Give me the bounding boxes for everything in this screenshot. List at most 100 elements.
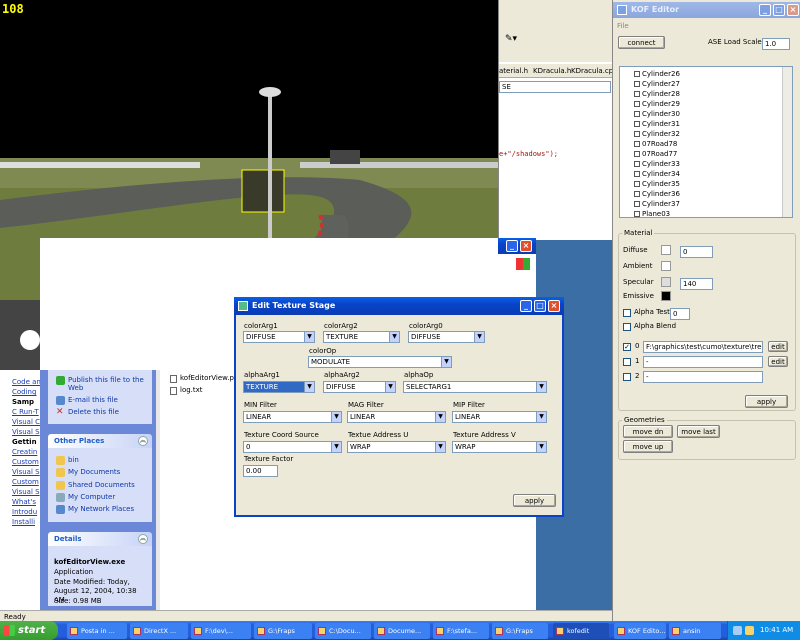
tree-item[interactable]: 07Road77 xyxy=(620,149,792,159)
taskbar-item[interactable]: Docume... xyxy=(374,623,430,639)
close-button[interactable]: × xyxy=(787,4,799,16)
start-button[interactable]: start xyxy=(0,621,58,640)
help-link[interactable]: Code an xyxy=(12,378,40,386)
alpha-test-input[interactable]: 0 xyxy=(670,308,690,320)
tree-item[interactable]: Cylinder31 xyxy=(620,119,792,129)
colorarg1-select[interactable]: DIFFUSE ▼ xyxy=(243,331,315,343)
place-my-network[interactable]: My Network Places xyxy=(56,505,134,514)
taskbar-item[interactable]: KOF Edito... xyxy=(614,623,666,639)
tree-item[interactable]: Cylinder36 xyxy=(620,189,792,199)
close-button[interactable]: × xyxy=(548,300,560,312)
dialog-apply-button[interactable]: apply xyxy=(513,494,556,507)
help-link[interactable]: What's xyxy=(12,498,36,506)
help-link[interactable]: Custom xyxy=(12,458,39,466)
colorop-select[interactable]: MODULATE ▼ xyxy=(308,356,452,368)
diffuse-swatch[interactable] xyxy=(661,245,671,255)
clock[interactable]: 10:41 AM xyxy=(760,626,793,634)
minimize-button[interactable]: _ xyxy=(506,240,518,252)
code-tab[interactable]: KDracula.h xyxy=(533,67,571,75)
help-link[interactable]: Visual S xyxy=(12,488,40,496)
taskbar-item[interactable]: G:\Fraps xyxy=(254,623,312,639)
texture-1-path[interactable]: - xyxy=(643,356,763,368)
help-link[interactable]: Visual S xyxy=(12,428,40,436)
help-link[interactable]: Visual C xyxy=(12,418,40,426)
taskbar-item[interactable]: DirectX ... xyxy=(130,623,188,639)
tree-item[interactable]: Plane03 xyxy=(620,209,792,217)
code-tab[interactable]: KDracula.cpp xyxy=(571,67,618,75)
move-dn-button[interactable]: move dn xyxy=(623,425,673,438)
texture-0-edit-button[interactable]: edit xyxy=(768,341,788,352)
move-up-button[interactable]: move up xyxy=(623,440,673,453)
coord-source-select[interactable]: 0 ▼ xyxy=(243,441,342,453)
maximize-button[interactable]: □ xyxy=(534,300,546,312)
taskbar-item[interactable]: F:\dev\... xyxy=(191,623,251,639)
tree-item[interactable]: Cylinder33 xyxy=(620,159,792,169)
emissive-swatch[interactable] xyxy=(661,291,671,301)
place-bin[interactable]: bin xyxy=(56,456,79,465)
taskbar-item[interactable]: kofedit xyxy=(553,623,609,639)
colorarg0-select[interactable]: DIFFUSE ▼ xyxy=(408,331,485,343)
tray-icon[interactable] xyxy=(733,626,742,635)
colorarg2-select[interactable]: TEXTURE ▼ xyxy=(323,331,400,343)
ase-scale-input[interactable]: 1.0 xyxy=(762,38,790,50)
tree-item[interactable]: Cylinder27 xyxy=(620,79,792,89)
code-combo[interactable]: SE xyxy=(499,81,611,93)
min-filter-select[interactable]: LINEAR ▼ xyxy=(243,411,342,423)
alpha-test-checkbox[interactable] xyxy=(623,309,631,317)
taskbar-item[interactable]: C:\Docu... xyxy=(315,623,371,639)
connect-button[interactable]: connect xyxy=(618,36,665,49)
move-last-button[interactable]: move last xyxy=(677,425,720,438)
tree-item[interactable]: Cylinder29 xyxy=(620,99,792,109)
address-u-select[interactable]: WRAP ▼ xyxy=(347,441,446,453)
publish-link[interactable]: Publish this file to the Web xyxy=(56,376,148,392)
tray-icon[interactable] xyxy=(745,626,754,635)
code-tab[interactable]: aterial.h xyxy=(499,67,528,75)
collapse-icon[interactable]: ︽ xyxy=(138,436,148,446)
tree-item[interactable]: Cylinder28 xyxy=(620,89,792,99)
specular-input[interactable]: 140 xyxy=(680,278,713,290)
texture-2-checkbox[interactable] xyxy=(623,373,631,381)
tree-item[interactable]: Cylinder35 xyxy=(620,179,792,189)
place-shared-documents[interactable]: Shared Documents xyxy=(56,481,135,490)
tree-item[interactable]: Cylinder30 xyxy=(620,109,792,119)
diffuse-input[interactable]: 0 xyxy=(680,246,713,258)
mag-filter-select[interactable]: LINEAR ▼ xyxy=(347,411,446,423)
alphaarg1-select[interactable]: TEXTURE ▼ xyxy=(243,381,315,393)
help-link[interactable]: Creatin xyxy=(12,448,37,456)
help-link[interactable]: Introdu xyxy=(12,508,37,516)
explorer-scrollbar[interactable] xyxy=(156,370,160,610)
place-my-computer[interactable]: My Computer xyxy=(56,493,115,502)
help-link[interactable]: Visual S xyxy=(12,468,40,476)
taskbar-item[interactable]: F:\stefa... xyxy=(433,623,489,639)
object-tree[interactable]: Cylinder26 Cylinder27 Cylinder28 Cylinde… xyxy=(619,66,793,218)
ambient-swatch[interactable] xyxy=(661,261,671,271)
tree-item[interactable]: Cylinder34 xyxy=(620,169,792,179)
alphaop-select[interactable]: SELECTARG1 ▼ xyxy=(403,381,547,393)
texture-2-path[interactable]: - xyxy=(643,371,763,383)
tree-scrollbar[interactable] xyxy=(782,67,792,217)
collapse-icon[interactable]: ︽ xyxy=(138,534,148,544)
place-my-documents[interactable]: My Documents xyxy=(56,468,120,477)
help-link[interactable]: Custom xyxy=(12,478,39,486)
maximize-button[interactable]: □ xyxy=(773,4,785,16)
email-link[interactable]: E-mail this file xyxy=(56,396,118,405)
alphaarg2-select[interactable]: DIFFUSE ▼ xyxy=(323,381,396,393)
minimize-button[interactable]: _ xyxy=(520,300,532,312)
specular-swatch[interactable] xyxy=(661,277,671,287)
texture-1-edit-button[interactable]: edit xyxy=(768,356,788,367)
close-button[interactable]: × xyxy=(520,240,532,252)
help-link[interactable]: Gettin xyxy=(12,438,37,446)
texture-factor-input[interactable]: 0.00 xyxy=(243,465,278,477)
texture-0-path[interactable]: F:\graphics\test\cumo\texture\tree_01 xyxy=(643,341,763,353)
alpha-blend-checkbox[interactable] xyxy=(623,323,631,331)
help-link[interactable]: Samp xyxy=(12,398,34,406)
tree-item[interactable]: Cylinder37 xyxy=(620,199,792,209)
code-toolbar-icon[interactable]: ✎▾ xyxy=(505,34,517,44)
help-link[interactable]: Coding xyxy=(12,388,36,396)
delete-link[interactable]: ✕ Delete this file xyxy=(56,408,119,417)
taskbar-item[interactable]: ansin xyxy=(669,623,721,639)
mip-filter-select[interactable]: LINEAR ▼ xyxy=(452,411,547,423)
material-apply-button[interactable]: apply xyxy=(745,395,788,408)
help-link[interactable]: C Run-T xyxy=(12,408,39,416)
texture-0-checkbox[interactable]: ✓ xyxy=(623,343,631,351)
